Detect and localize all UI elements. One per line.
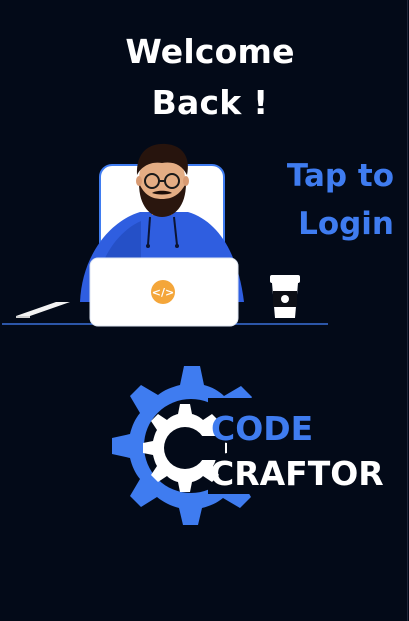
tap-login-line-1: Tap to	[286, 158, 394, 194]
login-screen: Welcome Back ! </> Tap to Login CODE CRA…	[0, 0, 409, 621]
tap-login-line-2: Login	[298, 206, 394, 242]
coffee-cup-icon	[270, 275, 300, 318]
phone-icon	[16, 302, 70, 318]
laptop: </>	[89, 257, 239, 327]
welcome-line-2: Back !	[151, 83, 269, 122]
logo-text-craftor: CRAFTOR	[210, 454, 384, 493]
logo-text-code: CODE	[211, 409, 314, 448]
tap-to-login-button[interactable]: Tap to Login	[258, 152, 394, 248]
welcome-heading: Welcome Back !	[0, 26, 409, 128]
welcome-line-1: Welcome	[125, 32, 295, 71]
svg-text:</>: </>	[152, 286, 174, 299]
